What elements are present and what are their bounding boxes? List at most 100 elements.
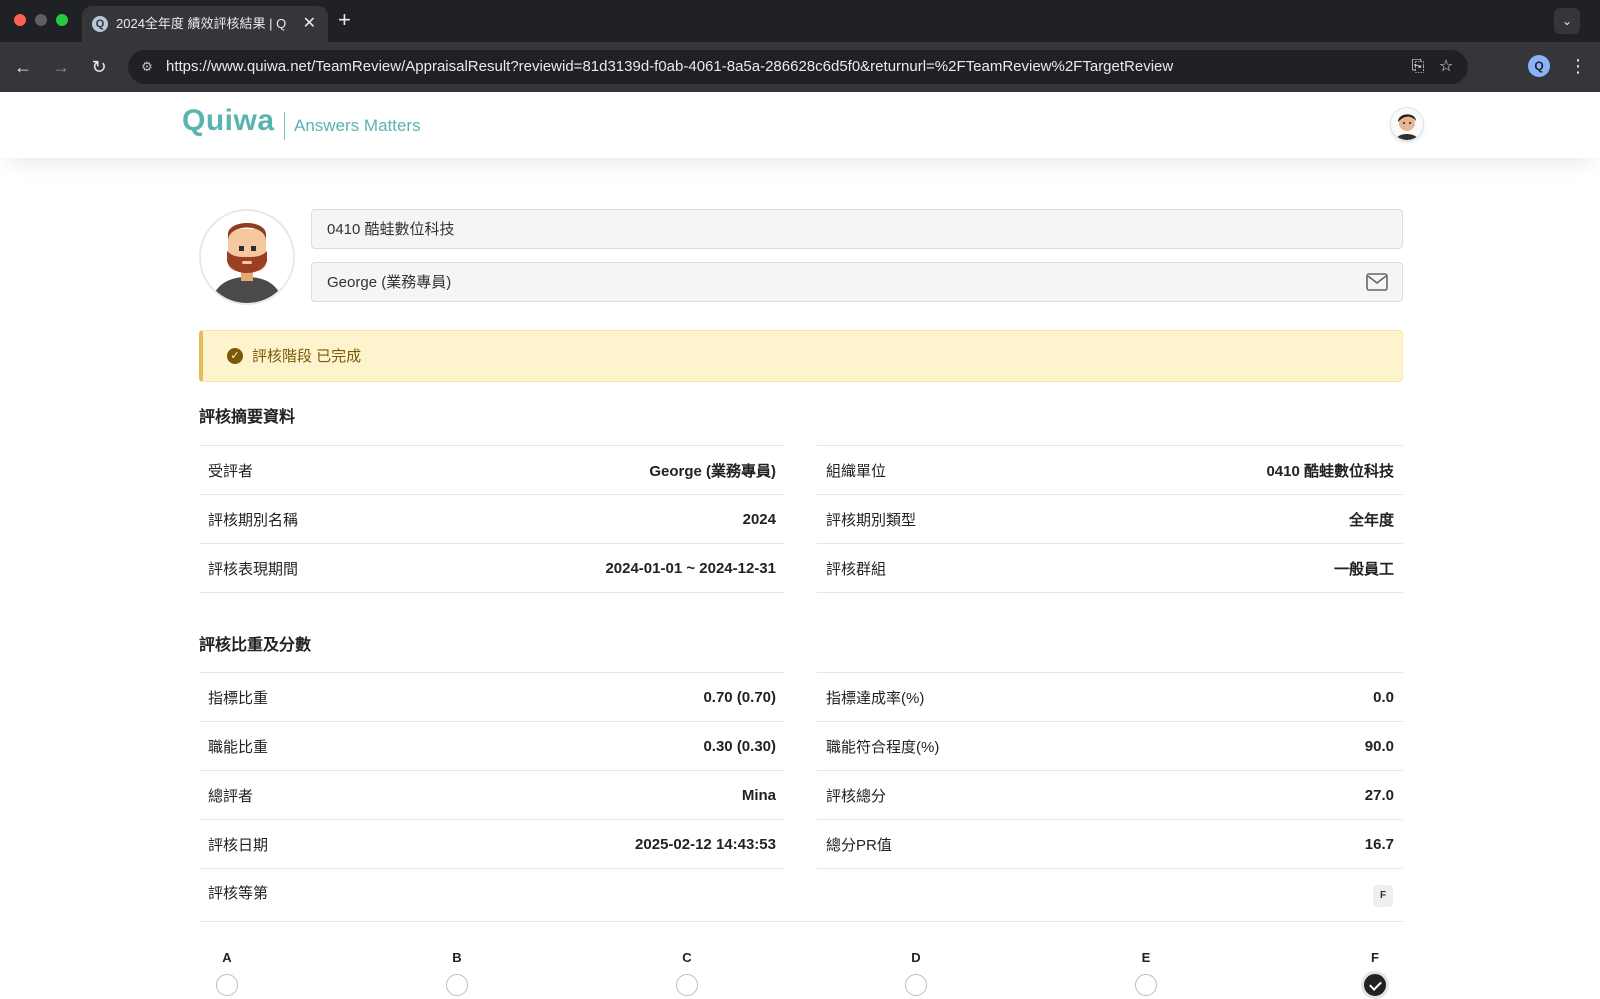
grade-radio-e[interactable] [1135,974,1157,996]
row-label: 評核期別類型 [826,511,917,529]
tab-close-icon[interactable]: ✕ [303,14,316,34]
browser-tab-bar: Q 2024全年度 績效評核結果 | Quiwa ✕ + ⌄ [0,0,1600,42]
row-value: 0410 酷蛙數位科技 [1266,462,1394,480]
table-row: 評核群組 一般員工 [817,544,1403,593]
employee-name-value: George (業務專員) [327,274,452,291]
site-tagline: Answers Matters [294,116,421,135]
quiwa-logo[interactable]: Quiwa [182,104,275,138]
row-label: 指標達成率(%) [826,689,925,707]
table-row: 組織單位 0410 酷蛙數位科技 [817,446,1403,495]
window-minimize-button[interactable] [35,14,47,26]
table-row: 總評者 Mina [199,771,785,820]
browser-profile-icon[interactable]: Q [1528,55,1550,77]
summary-table-right: 組織單位 0410 酷蛙數位科技 評核期別類型 全年度 評核群組 一般員工 [817,445,1403,593]
row-label: 指標比重 [208,689,269,707]
row-value: 0.70 (0.70) [703,688,776,706]
review-status-alert: ✓ 評核階段 已完成 [199,330,1403,382]
url-text[interactable]: https://www.quiwa.net/TeamReview/Apprais… [166,59,1173,75]
row-value: 2025-02-12 14:43:53 [635,835,776,853]
row-value: 90.0 [1364,737,1394,755]
row-label: 受評者 [208,462,254,480]
summary-table-left: 受評者 George (業務專員) 評核期別名稱 2024 評核表現期間 202… [199,445,785,593]
window-close-button[interactable] [14,14,26,26]
bookmark-star-icon[interactable]: ☆ [1436,57,1456,77]
organization-value: 0410 酷蛙數位科技 [327,221,455,238]
table-row: 總分PR值 16.7 [817,820,1403,869]
check-circle-icon: ✓ [227,348,243,364]
grade-option-c: C [667,950,707,996]
quiwa-favicon-icon: Q [92,16,108,32]
new-tab-icon[interactable]: + [338,8,351,32]
browser-toolbar: ← → ↻ ⚙ https://www.quiwa.net/TeamReview… [0,42,1600,92]
grade-option-b: B [437,950,477,996]
grade-row: 評核等第 F [199,869,1403,922]
grade-scale: A B C D E F [199,950,1403,999]
grade-option-d: D [896,950,936,996]
row-label: 職能比重 [208,738,269,756]
row-label: 評核表現期間 [208,560,299,578]
user-avatar-icon[interactable] [1391,108,1423,140]
grade-radio-c[interactable] [676,974,698,996]
reload-icon[interactable]: ↻ [86,54,112,80]
install-app-icon[interactable]: ⎘ [1408,57,1428,77]
address-bar[interactable]: ⚙ https://www.quiwa.net/TeamReview/Appra… [128,50,1468,84]
forward-arrow-icon[interactable]: → [48,54,74,80]
row-label: 評核日期 [208,836,269,854]
grade-option-label: B [452,950,462,965]
envelope-icon[interactable] [1366,273,1388,291]
table-row: 受評者 George (業務專員) [199,446,785,495]
table-row: 指標達成率(%) 0.0 [817,673,1403,722]
row-value: 27.0 [1364,786,1394,804]
table-row: 評核總分 27.0 [817,771,1403,820]
row-label: 評核期別名稱 [208,511,299,529]
scores-table-left: 指標比重 0.70 (0.70) 職能比重 0.30 (0.30) 總評者 Mi… [199,672,785,869]
logo-divider [284,112,285,140]
organization-field: 0410 酷蛙數位科技 [311,209,1403,249]
grade-option-label: E [1141,950,1151,965]
grade-option-label: C [682,950,692,965]
row-label: 組織單位 [826,462,887,480]
employee-avatar [199,209,295,305]
row-label: 評核群組 [826,560,887,578]
site-header: Quiwa Answers Matters [0,92,1600,158]
grade-radio-b[interactable] [446,974,468,996]
grade-option-label: D [911,950,921,965]
table-row: 指標比重 0.70 (0.70) [199,673,785,722]
grade-option-label: A [222,950,232,965]
browser-tab-active[interactable]: Q 2024全年度 績效評核結果 | Quiwa ✕ [82,6,328,42]
employee-name-field: George (業務專員) [311,262,1403,302]
row-label: 評核總分 [826,787,887,805]
grade-option-e: E [1126,950,1166,996]
scores-section-title: 評核比重及分數 [199,637,312,654]
row-value: Mina [741,786,776,804]
review-status-text: 評核階段 已完成 [252,348,362,365]
back-arrow-icon[interactable]: ← [10,54,36,80]
row-label: 職能符合程度(%) [826,738,940,756]
grade-radio-d[interactable] [905,974,927,996]
grade-option-label: F [1371,950,1379,965]
grade-option-f: F [1355,950,1395,996]
table-row: 評核期別類型 全年度 [817,495,1403,544]
row-value: 2024-01-01 ~ 2024-12-31 [605,559,776,577]
window-maximize-button[interactable] [56,14,68,26]
tab-search-chevron-icon[interactable]: ⌄ [1554,8,1580,34]
row-value: 一般員工 [1333,560,1394,578]
summary-section-title: 評核摘要資料 [199,409,296,426]
row-value: George (業務專員) [649,462,776,480]
row-value: 0.0 [1373,688,1394,706]
table-row: 評核日期 2025-02-12 14:43:53 [199,820,785,869]
row-value: 全年度 [1348,511,1394,529]
grade-radio-f-selected[interactable] [1364,974,1386,996]
table-row: 職能比重 0.30 (0.30) [199,722,785,771]
browser-menu-icon[interactable]: ⋮ [1568,54,1588,78]
site-info-icon[interactable]: ⚙ [138,58,156,76]
row-value: 16.7 [1364,835,1394,853]
table-row: 評核期別名稱 2024 [199,495,785,544]
scores-table-right: 指標達成率(%) 0.0 職能符合程度(%) 90.0 評核總分 27.0 總分… [817,672,1403,869]
grade-radio-a[interactable] [216,974,238,996]
row-value: 2024 [742,510,776,528]
table-row: 職能符合程度(%) 90.0 [817,722,1403,771]
row-value: 0.30 (0.30) [703,737,776,755]
tab-title: 2024全年度 績效評核結果 | Quiwa [116,16,286,31]
grade-label: 評核等第 [208,885,269,902]
